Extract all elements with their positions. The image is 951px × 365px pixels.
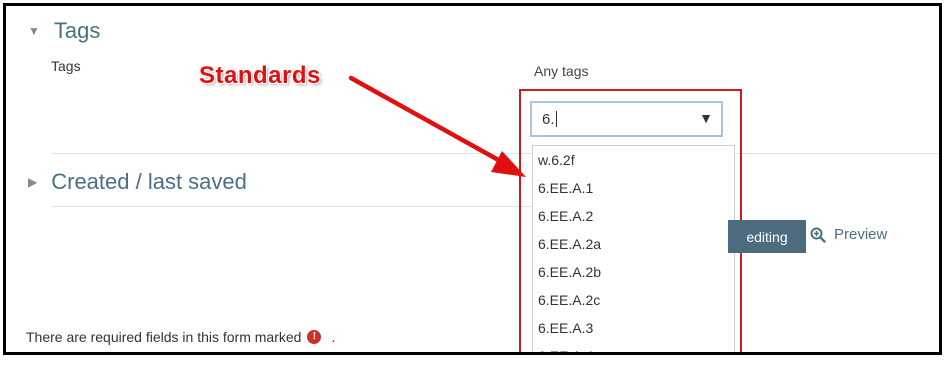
form-frame: ▼ Tags Tags Any tags ▶ Created / last sa… xyxy=(3,3,942,355)
annotation-arrow xyxy=(348,75,526,177)
standards-annotation: Standards xyxy=(199,62,321,89)
